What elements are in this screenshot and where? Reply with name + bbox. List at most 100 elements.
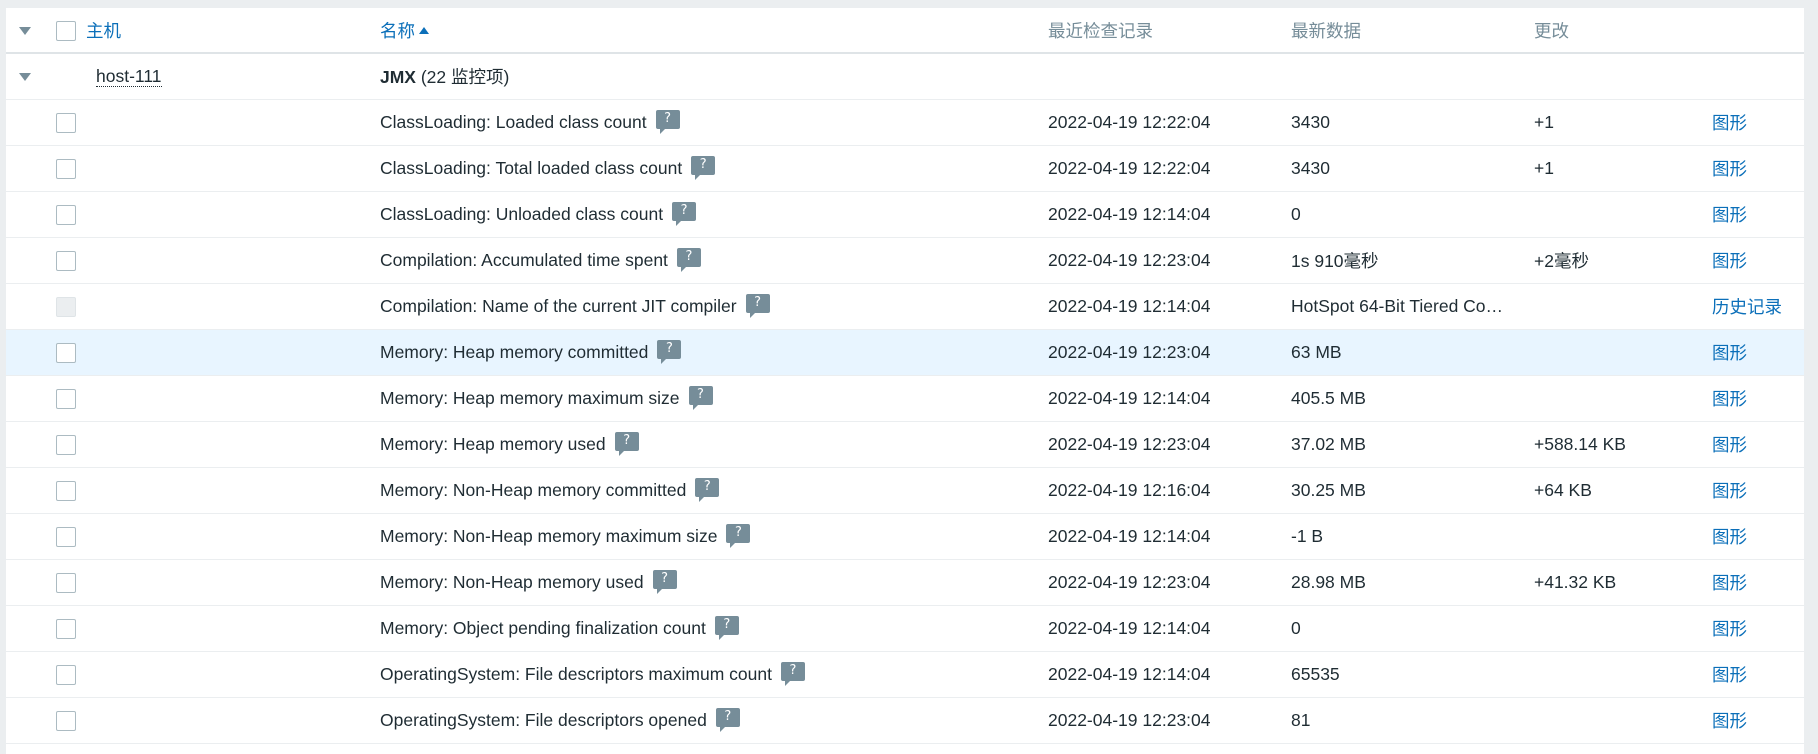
group-check-cell bbox=[44, 53, 86, 100]
graph-link[interactable]: 图形 bbox=[1712, 573, 1747, 593]
action-cell: 图形 bbox=[1712, 559, 1804, 606]
last-check-cell: 2022-04-19 12:14:04 bbox=[1048, 651, 1291, 698]
header-change: 更改 bbox=[1534, 8, 1712, 54]
row-checkbox[interactable] bbox=[56, 710, 76, 731]
item-name-cell: Memory: Non-Heap memory committed? bbox=[380, 467, 1048, 514]
latest-data-panel: 主机 名称 最近检查记录 最新数据 更改 host-111 JMX (22 监控… bbox=[6, 8, 1804, 754]
header-name-label[interactable]: 名称 bbox=[380, 21, 415, 41]
help-tooltip-icon[interactable]: ? bbox=[714, 616, 739, 641]
last-check-value: 2022-04-19 12:16:04 bbox=[1048, 479, 1211, 500]
collapse-all-toggle[interactable] bbox=[6, 8, 44, 54]
header-last-check: 最近检查记录 bbox=[1048, 8, 1291, 54]
last-check-cell: 2022-04-19 12:23:04 bbox=[1048, 421, 1291, 468]
row-checkbox[interactable] bbox=[56, 572, 76, 593]
row-checkbox[interactable] bbox=[56, 434, 76, 455]
last-check-value: 2022-04-19 12:14:04 bbox=[1048, 663, 1211, 684]
graph-link[interactable]: 图形 bbox=[1712, 251, 1747, 271]
row-checkbox[interactable] bbox=[56, 342, 76, 363]
graph-link[interactable]: 图形 bbox=[1712, 343, 1747, 363]
row-host-cell bbox=[86, 467, 380, 514]
latest-data-cell: 63 MB bbox=[1291, 329, 1534, 376]
graph-link[interactable]: 图形 bbox=[1712, 389, 1747, 409]
help-tooltip-icon[interactable]: ? bbox=[695, 478, 720, 503]
item-name: Compilation: Name of the current JIT com… bbox=[380, 295, 737, 316]
graph-link[interactable]: 图形 bbox=[1712, 527, 1747, 547]
graph-link[interactable]: 历史记录 bbox=[1712, 297, 1782, 317]
item-name-cell: Compilation: Accumulated time spent? bbox=[380, 237, 1048, 284]
graph-link[interactable]: 图形 bbox=[1712, 619, 1747, 639]
last-check-cell: 2022-04-19 12:23:04 bbox=[1048, 697, 1291, 744]
header-name[interactable]: 名称 bbox=[380, 8, 1048, 54]
help-tooltip-icon[interactable]: ? bbox=[672, 202, 697, 227]
latest-data-value: 65535 bbox=[1291, 663, 1340, 684]
row-host-cell bbox=[86, 421, 380, 468]
help-tooltip-icon[interactable]: ? bbox=[614, 432, 639, 457]
latest-data-value: 37.02 MB bbox=[1291, 433, 1366, 454]
latest-data-value: 1s 910毫秒 bbox=[1291, 250, 1379, 271]
help-tooltip-icon[interactable]: ? bbox=[688, 386, 713, 411]
item-name-cell: Memory: Heap memory used? bbox=[380, 421, 1048, 468]
row-checkbox[interactable] bbox=[56, 618, 76, 639]
item-name: Memory: Heap memory maximum size bbox=[380, 387, 680, 408]
collapse-group-toggle[interactable] bbox=[6, 53, 44, 100]
group-host-cell: host-111 bbox=[86, 53, 380, 100]
help-tooltip-icon[interactable]: ? bbox=[780, 662, 805, 687]
item-name: Memory: Non-Heap memory used bbox=[380, 571, 644, 592]
row-checkbox[interactable] bbox=[56, 388, 76, 409]
action-cell: 图形 bbox=[1712, 651, 1804, 698]
row-checkbox[interactable] bbox=[56, 480, 76, 501]
latest-data-value: 0 bbox=[1291, 617, 1301, 638]
last-check-cell: 2022-04-19 12:23:04 bbox=[1048, 237, 1291, 284]
change-cell bbox=[1534, 651, 1712, 698]
last-check-value: 2022-04-19 12:23:04 bbox=[1048, 433, 1211, 454]
graph-link[interactable]: 图形 bbox=[1712, 205, 1747, 225]
row-checkbox[interactable] bbox=[56, 526, 76, 547]
row-checkbox[interactable] bbox=[56, 250, 76, 271]
row-checkbox[interactable] bbox=[56, 204, 76, 225]
graph-link[interactable]: 图形 bbox=[1712, 113, 1747, 133]
item-name: OperatingSystem: File descriptors opened bbox=[380, 709, 707, 730]
change-value: +588.14 KB bbox=[1534, 433, 1626, 454]
row-host-cell bbox=[86, 375, 380, 422]
select-all-checkbox[interactable] bbox=[56, 20, 76, 41]
table-header-row: 主机 名称 最近检查记录 最新数据 更改 bbox=[6, 8, 1804, 54]
row-host-cell bbox=[86, 99, 380, 146]
select-all-cell bbox=[44, 8, 86, 54]
change-cell: +1 bbox=[1534, 145, 1712, 192]
change-cell: +588.14 KB bbox=[1534, 421, 1712, 468]
help-tooltip-icon[interactable]: ? bbox=[745, 294, 770, 319]
help-tooltip-icon[interactable]: ? bbox=[657, 340, 682, 365]
sort-ascending-icon[interactable] bbox=[419, 26, 429, 34]
row-checkbox[interactable] bbox=[56, 664, 76, 685]
help-tooltip-icon[interactable]: ? bbox=[676, 248, 701, 273]
graph-link[interactable]: 图形 bbox=[1712, 665, 1747, 685]
action-cell: 图形 bbox=[1712, 513, 1804, 560]
row-toggle-cell bbox=[6, 99, 44, 146]
row-checkbox[interactable] bbox=[56, 112, 76, 133]
latest-data-cell: 81 bbox=[1291, 697, 1534, 744]
row-toggle-cell bbox=[6, 237, 44, 284]
graph-link[interactable]: 图形 bbox=[1712, 711, 1747, 731]
graph-link[interactable]: 图形 bbox=[1712, 159, 1747, 179]
header-last-check-label: 最近检查记录 bbox=[1048, 20, 1153, 41]
row-checkbox[interactable] bbox=[56, 158, 76, 179]
help-tooltip-icon[interactable]: ? bbox=[652, 570, 677, 595]
change-value: +2毫秒 bbox=[1534, 250, 1589, 271]
help-tooltip-icon[interactable]: ? bbox=[715, 708, 740, 733]
help-tooltip-icon[interactable]: ? bbox=[726, 524, 751, 549]
row-checkbox[interactable] bbox=[56, 296, 76, 317]
host-link[interactable]: host-111 bbox=[96, 65, 162, 87]
row-host-cell bbox=[86, 145, 380, 192]
help-tooltip-icon[interactable]: ? bbox=[655, 110, 680, 135]
latest-data-cell: 65535 bbox=[1291, 651, 1534, 698]
last-check-cell: 2022-04-19 12:23:04 bbox=[1048, 559, 1291, 606]
header-host-label[interactable]: 主机 bbox=[86, 21, 121, 41]
graph-link[interactable]: 图形 bbox=[1712, 481, 1747, 501]
table-row: Compilation: Name of the current JIT com… bbox=[6, 283, 1804, 330]
row-toggle-cell bbox=[6, 145, 44, 192]
latest-data-value: 63 MB bbox=[1291, 341, 1342, 362]
help-tooltip-icon[interactable]: ? bbox=[691, 156, 716, 181]
header-host[interactable]: 主机 bbox=[86, 8, 380, 54]
table-row: Memory: Heap memory used? 2022-04-19 12:2… bbox=[6, 421, 1804, 468]
graph-link[interactable]: 图形 bbox=[1712, 435, 1747, 455]
